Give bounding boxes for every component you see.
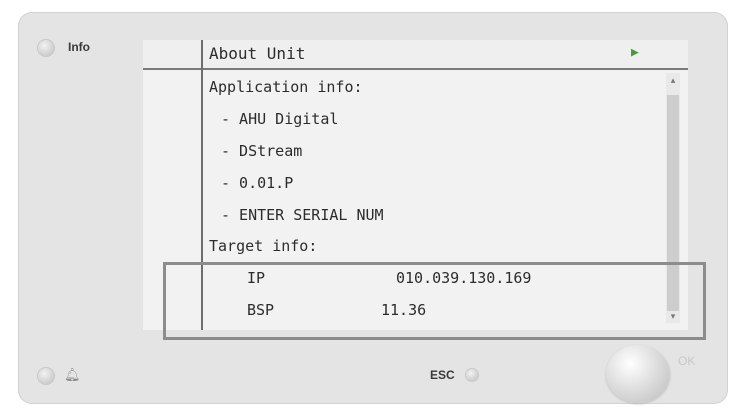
ok-knob[interactable] xyxy=(606,345,670,403)
target-info-heading: Target info: xyxy=(209,237,318,255)
app-name-item: - AHU Digital xyxy=(221,110,339,128)
esc-label: ESC xyxy=(430,368,455,382)
info-label: Info xyxy=(68,40,90,54)
target-info-highlight xyxy=(163,262,706,340)
esc-button[interactable] xyxy=(466,369,478,381)
screen-title: About Unit xyxy=(209,44,306,63)
serial-number-item: - ENTER SERIAL NUM xyxy=(221,206,384,224)
ok-label: OK xyxy=(678,354,696,368)
bell-icon: 🔔︎ xyxy=(64,367,81,382)
chevron-right-icon[interactable]: ▶ xyxy=(631,45,639,60)
app-version-item: - 0.01.P xyxy=(221,174,294,192)
application-info-heading: Application info: xyxy=(209,78,363,96)
info-button[interactable] xyxy=(38,40,54,56)
app-platform-item: - DStream xyxy=(221,142,303,160)
alarm-button[interactable] xyxy=(38,368,54,384)
scroll-up-icon[interactable]: ▴ xyxy=(666,73,680,87)
